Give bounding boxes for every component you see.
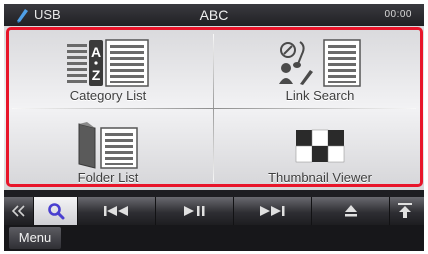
clock: 00:00 [384,9,412,20]
status-bar: USB ABC 00:00 [4,4,424,26]
menu-button[interactable]: Menu [9,227,61,249]
bottom-menu-bar: Menu [4,225,424,251]
play-pause-icon [183,206,204,216]
play-pause-button[interactable] [156,197,234,225]
double-chevron-left-icon [11,205,25,217]
upload-icon [398,203,412,218]
next-track-button[interactable] [234,197,312,225]
next-track-icon [259,206,284,216]
eject-icon [344,205,357,217]
search-icon [47,203,64,220]
back-button[interactable] [4,197,34,225]
upload-button[interactable] [390,197,420,225]
search-button[interactable] [34,197,78,225]
previous-track-icon [103,206,128,216]
eject-button[interactable] [312,197,390,225]
selection-highlight [6,27,423,187]
track-title: ABC [199,7,229,23]
playback-control-bar [4,197,424,225]
previous-track-button[interactable] [78,197,156,225]
